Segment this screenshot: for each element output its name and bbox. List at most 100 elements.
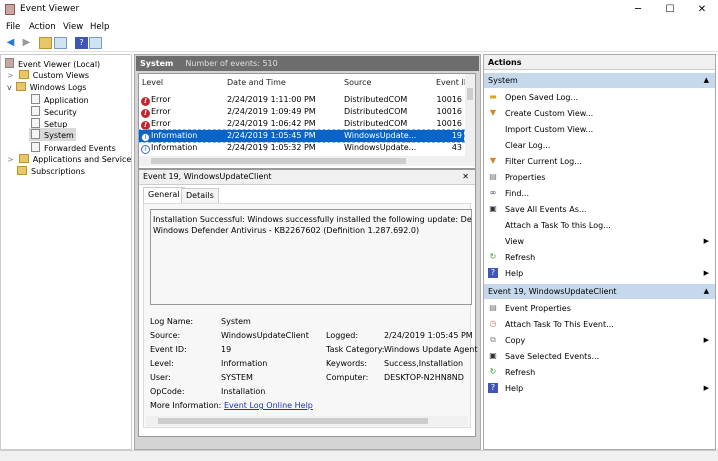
close-button[interactable]: ✕	[686, 0, 718, 20]
action-refresh[interactable]: ↻ Refresh	[484, 365, 715, 380]
action-clear-log[interactable]: Clear Log...	[484, 138, 715, 153]
submenu-arrow-icon: ▶	[703, 384, 709, 392]
table-row[interactable]: ! Error 2/24/2019 1:06:42 PM DistributedCOM…	[139, 118, 464, 130]
tree-item-custom-views[interactable]: > Custom Views	[7, 70, 89, 80]
horizontal-scrollbar[interactable]	[146, 416, 468, 426]
vertical-scrollbar[interactable]	[465, 74, 475, 156]
forward-arrow-icon[interactable]: ▶	[20, 37, 33, 49]
action-label: Import Custom View...	[505, 125, 594, 134]
action-refresh[interactable]: ↻ Refresh	[484, 250, 715, 265]
field-label: Source:	[150, 331, 181, 340]
column-header-level[interactable]: Level	[142, 78, 163, 87]
tab-details[interactable]: Details	[181, 188, 219, 203]
submenu-arrow-icon: ▶	[703, 269, 709, 277]
tree-item-windows-logs[interactable]: v Windows Logs	[7, 82, 86, 92]
tree-item-event-viewer-local[interactable]: Event Viewer (Local)	[5, 58, 100, 69]
information-icon: i	[141, 133, 150, 142]
properties-icon: ▤	[489, 303, 497, 312]
section-system[interactable]: System ▲	[484, 73, 715, 88]
save-icon: ▣	[489, 204, 497, 213]
field-label: Task Category:	[326, 345, 385, 354]
back-arrow-icon[interactable]: ◀	[4, 37, 17, 49]
field-label: User:	[150, 373, 171, 382]
action-import-custom-view[interactable]: Import Custom View...	[484, 122, 715, 137]
action-save-selected-events[interactable]: ▣ Save Selected Events...	[484, 349, 715, 364]
folder-icon	[17, 166, 27, 175]
tab-general[interactable]: General	[143, 187, 185, 203]
toolbar: ◀ ▶ ?	[0, 35, 718, 52]
section-event[interactable]: Event 19, WindowsUpdateClient ▲	[484, 284, 715, 299]
task-icon: ◷	[489, 319, 497, 328]
show-hide-tree-icon[interactable]	[54, 37, 67, 49]
refresh-icon: ↻	[489, 367, 497, 376]
action-save-all-events-as[interactable]: ▣ Save All Events As...	[484, 202, 715, 217]
tree-item-system[interactable]: System	[29, 128, 76, 141]
table-row[interactable]: ! Error 2/24/2019 1:11:00 PM DistributedCOM…	[139, 94, 464, 106]
action-view[interactable]: View ▶	[484, 234, 715, 249]
open-folder-icon: ▬	[489, 92, 497, 101]
expand-chevron-icon[interactable]: >	[7, 155, 14, 164]
scrollbar-thumb[interactable]	[151, 158, 406, 164]
keywords-value: Success,Installation	[384, 359, 464, 368]
save-icon: ▣	[489, 351, 497, 360]
tree-item-subscriptions[interactable]: Subscriptions	[17, 166, 85, 176]
action-copy[interactable]: ⧉ Copy ▶	[484, 333, 715, 348]
close-detail-icon[interactable]: ✕	[462, 172, 469, 181]
open-folder-icon[interactable]	[39, 37, 52, 49]
collapse-arrow-icon[interactable]: ▲	[704, 287, 709, 295]
detail-title: Event 19, WindowsUpdateClient	[143, 172, 272, 181]
horizontal-scrollbar[interactable]	[139, 156, 475, 166]
table-row[interactable]: i Information 2/24/2019 1:05:32 PM WindowsU…	[139, 142, 464, 154]
menu-action[interactable]: Action	[29, 22, 56, 32]
column-header-date[interactable]: Date and Time	[227, 78, 286, 87]
field-label: OpCode:	[150, 387, 185, 396]
action-open-saved-log[interactable]: ▬ Open Saved Log...	[484, 90, 715, 105]
action-label: Save Selected Events...	[505, 352, 600, 361]
scrollbar-thumb[interactable]	[158, 418, 428, 424]
action-label: Copy	[505, 336, 526, 345]
tree-item-security[interactable]: Security	[31, 106, 77, 117]
action-find[interactable]: ∞ Find...	[484, 186, 715, 201]
field-label: Keywords:	[326, 359, 368, 368]
error-icon: !	[141, 109, 150, 118]
action-help[interactable]: ? Help ▶	[484, 381, 715, 396]
column-header-source[interactable]: Source	[344, 78, 371, 87]
table-row-selected[interactable]: i Information 2/24/2019 1:05:45 PM WindowsU…	[138, 129, 465, 143]
show-hide-action-pane-icon[interactable]	[89, 37, 102, 49]
event-log-online-help-link[interactable]: Event Log Online Help	[224, 401, 313, 410]
action-event-properties[interactable]: ▤ Event Properties	[484, 301, 715, 316]
source-value: WindowsUpdateClient	[221, 331, 309, 340]
field-label: Log Name:	[150, 317, 194, 326]
field-label: More Information:	[150, 401, 222, 410]
collapse-chevron-icon[interactable]: v	[7, 83, 12, 92]
action-attach-task-to-this-event[interactable]: ◷ Attach Task To This Event...	[484, 317, 715, 332]
tree-item-application[interactable]: Application	[31, 94, 89, 105]
help-icon[interactable]: ?	[75, 37, 88, 49]
log-icon	[31, 118, 40, 128]
action-label: View	[505, 237, 524, 246]
expand-chevron-icon[interactable]: >	[7, 71, 14, 80]
action-create-custom-view[interactable]: ▼ Create Custom View...	[484, 106, 715, 121]
error-icon: !	[141, 121, 150, 130]
title-bar: Event Viewer ─ ☐ ✕	[0, 0, 718, 20]
table-row[interactable]: ! Error 2/24/2019 1:09:49 PM DistributedCOM…	[139, 106, 464, 118]
tree-item-forwarded-events[interactable]: Forwarded Events	[31, 142, 116, 153]
action-help[interactable]: ? Help ▶	[484, 266, 715, 281]
action-filter-current-log[interactable]: ▼ Filter Current Log...	[484, 154, 715, 169]
scrollbar-thumb[interactable]	[467, 88, 473, 100]
action-attach-a-task-to-this-log[interactable]: Attach a Task To this Log...	[484, 218, 715, 233]
collapse-arrow-icon[interactable]: ▲	[704, 76, 709, 84]
action-properties[interactable]: ▤ Properties	[484, 170, 715, 185]
filter-icon: ▼	[489, 156, 497, 165]
action-label: Find...	[505, 189, 530, 198]
menu-help[interactable]: Help	[90, 22, 109, 32]
center-pane: System Number of events: 510 Level Date a…	[134, 54, 481, 450]
tree-item-applications-and-services[interactable]: >Applications and Services Lo	[7, 154, 131, 164]
computer-value: DESKTOP-N2HN8ND	[384, 373, 464, 382]
folder-icon	[15, 82, 26, 91]
menu-file[interactable]: File	[6, 22, 20, 32]
menu-view[interactable]: View	[63, 22, 83, 32]
maximize-button[interactable]: ☐	[654, 0, 686, 20]
log-header: System Number of events: 510	[136, 56, 479, 71]
minimize-button[interactable]: ─	[622, 0, 654, 20]
